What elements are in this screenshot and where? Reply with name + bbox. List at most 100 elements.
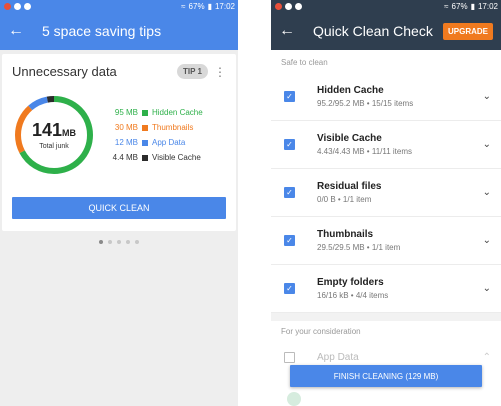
- finish-cleaning-button[interactable]: FINISH CLEANING (129 MB): [290, 365, 482, 387]
- clean-item-residual-files[interactable]: ✓ Residual files 0/0 B • 1/1 item ⌄: [271, 169, 501, 217]
- upgrade-button[interactable]: UPGRADE: [442, 22, 493, 40]
- pager-dot-5[interactable]: [135, 240, 139, 244]
- status-icons-left: [275, 2, 302, 10]
- item-text: Visible Cache 4.43/4.43 MB • 11/11 items: [317, 133, 483, 156]
- chevron-down-icon[interactable]: ⌄: [483, 187, 491, 198]
- tip-controls: TIP 1 ⋮: [177, 64, 226, 79]
- legend-name: Thumbnails: [152, 123, 194, 132]
- battery-icon: ▮: [470, 1, 475, 11]
- legend-size: 12 MB: [114, 138, 138, 147]
- notification-icon: [275, 2, 282, 10]
- card-title: Unnecessary data: [12, 64, 117, 79]
- pager-dot-2[interactable]: [108, 240, 112, 244]
- notification-icon: [4, 2, 11, 10]
- checkbox[interactable]: [284, 351, 295, 363]
- checkbox[interactable]: ✓: [284, 139, 295, 150]
- tips-body: Unnecessary data TIP 1 ⋮ 141MB Total jun…: [0, 50, 238, 406]
- junk-summary: 141MB Total junk 95 MB Hidden Cache 30 MB T…: [12, 93, 226, 177]
- item-title: Visible Cache: [317, 133, 382, 144]
- section-divider: [271, 313, 501, 321]
- donut-center: 141MB Total junk: [12, 93, 96, 177]
- item-subtitle: 29.5/29.5 MB • 1/1 item: [317, 243, 401, 252]
- app-icon: [295, 2, 302, 10]
- chevron-down-icon[interactable]: ⌄: [483, 235, 491, 246]
- item-subtitle: 4.43/4.43 MB • 11/11 items: [317, 147, 412, 156]
- safe-section-label: Safe to clean: [271, 50, 501, 73]
- page-title: 5 space saving tips: [42, 23, 162, 39]
- item-title: Hidden Cache: [317, 85, 384, 96]
- tip-pager: [2, 240, 236, 244]
- junk-donut-chart: 141MB Total junk: [12, 93, 96, 177]
- back-arrow-icon[interactable]: ←: [279, 22, 303, 40]
- pager-dot-3[interactable]: [117, 240, 121, 244]
- legend-name: Hidden Cache: [152, 108, 203, 117]
- legend-size: 4.4 MB: [112, 153, 138, 162]
- battery-icon: ▮: [207, 1, 212, 11]
- status-icons-right: ≈ 67% ▮ 17:02: [181, 2, 235, 11]
- tip-badge: TIP 1: [177, 64, 208, 79]
- legend-swatch: [142, 124, 148, 131]
- pager-dot-4[interactable]: [126, 240, 130, 244]
- item-text: Thumbnails 29.5/29.5 MB • 1/1 item: [317, 229, 483, 252]
- clean-item-empty-folders[interactable]: ✓ Empty folders 16/16 kB • 4/4 items ⌄: [271, 265, 501, 313]
- total-junk-value: 141MB: [32, 120, 76, 141]
- status-icons-right: ≈ 67% ▮ 17:02: [444, 2, 498, 11]
- item-subtitle: 16/16 kB • 4/4 items: [317, 291, 389, 300]
- clean-item-visible-cache[interactable]: ✓ Visible Cache 4.43/4.43 MB • 11/11 items…: [271, 121, 501, 169]
- item-subtitle: 95.2/95.2 MB • 15/15 items: [317, 99, 414, 108]
- checkbox[interactable]: ✓: [284, 91, 295, 102]
- back-arrow-icon[interactable]: ←: [8, 22, 32, 40]
- chevron-down-icon[interactable]: ⌄: [483, 91, 491, 102]
- legend-size: 30 MB: [114, 123, 138, 132]
- status-icons-left: [4, 2, 31, 10]
- junk-legend: 95 MB Hidden Cache 30 MB Thumbnails 12 MB App…: [106, 105, 203, 165]
- legend-size: 95 MB: [114, 108, 138, 117]
- item-title: Empty folders: [317, 277, 384, 288]
- more-options-icon[interactable]: ⋮: [214, 65, 226, 79]
- quick-clean-button[interactable]: QUICK CLEAN: [12, 197, 226, 219]
- app-icon: [24, 2, 31, 10]
- status-bar: ≈ 67% ▮ 17:02: [0, 0, 238, 12]
- item-title: App Data: [317, 351, 359, 363]
- chevron-down-icon[interactable]: ⌄: [483, 139, 491, 150]
- item-title: Thumbnails: [317, 229, 374, 240]
- legend-swatch: [142, 154, 148, 161]
- legend-name: Visible Cache: [152, 153, 201, 162]
- app-icon-faded: [287, 392, 301, 406]
- pager-dot-1[interactable]: [99, 240, 103, 244]
- clock: 17:02: [214, 1, 235, 11]
- item-text: Hidden Cache 95.2/95.2 MB • 15/15 items: [317, 85, 483, 108]
- item-text: Empty folders 16/16 kB • 4/4 items: [317, 277, 483, 300]
- total-junk-unit: MB: [62, 128, 77, 138]
- legend-swatch: [142, 109, 148, 116]
- item-subtitle: 0/0 B • 1/1 item: [317, 195, 372, 204]
- safe-items-list: ✓ Hidden Cache 95.2/95.2 MB • 15/15 items ⌄…: [271, 73, 501, 313]
- battery-level: 67%: [188, 1, 205, 11]
- battery-level: 67%: [451, 1, 468, 11]
- item-text: Residual files 0/0 B • 1/1 item: [317, 181, 483, 204]
- chevron-down-icon[interactable]: ⌄: [483, 283, 491, 294]
- legend-item: 30 MB Thumbnails: [106, 120, 203, 135]
- clock: 17:02: [477, 1, 498, 11]
- legend-item: 12 MB App Data: [106, 135, 203, 150]
- app-bar: ← 5 space saving tips: [0, 12, 238, 50]
- play-icon: [14, 2, 21, 10]
- status-bar: ≈ 67% ▮ 17:02: [271, 0, 501, 12]
- checkbox[interactable]: ✓: [284, 235, 295, 246]
- chevron-up-icon[interactable]: ⌃: [483, 352, 491, 363]
- total-junk-label: Total junk: [39, 143, 69, 150]
- right-screen: ≈ 67% ▮ 17:02 ← Quick Clean Check UPGRAD…: [271, 0, 501, 406]
- checkbox[interactable]: ✓: [284, 283, 295, 294]
- tip-card: Unnecessary data TIP 1 ⋮ 141MB Total jun…: [2, 54, 236, 231]
- clean-item-hidden-cache[interactable]: ✓ Hidden Cache 95.2/95.2 MB • 15/15 items ⌄: [271, 73, 501, 121]
- clean-item-thumbnails[interactable]: ✓ Thumbnails 29.5/29.5 MB • 1/1 item ⌄: [271, 217, 501, 265]
- page-title: Quick Clean Check: [313, 23, 433, 39]
- total-junk-number: 141: [31, 120, 63, 140]
- legend-swatch: [142, 139, 148, 146]
- checkbox[interactable]: ✓: [284, 187, 295, 198]
- wifi-icon: ≈: [181, 1, 186, 11]
- play-icon: [285, 2, 292, 10]
- item-title: Residual files: [317, 181, 382, 192]
- legend-item: 4.4 MB Visible Cache: [106, 150, 203, 165]
- app-bar: ← Quick Clean Check UPGRADE: [271, 12, 501, 50]
